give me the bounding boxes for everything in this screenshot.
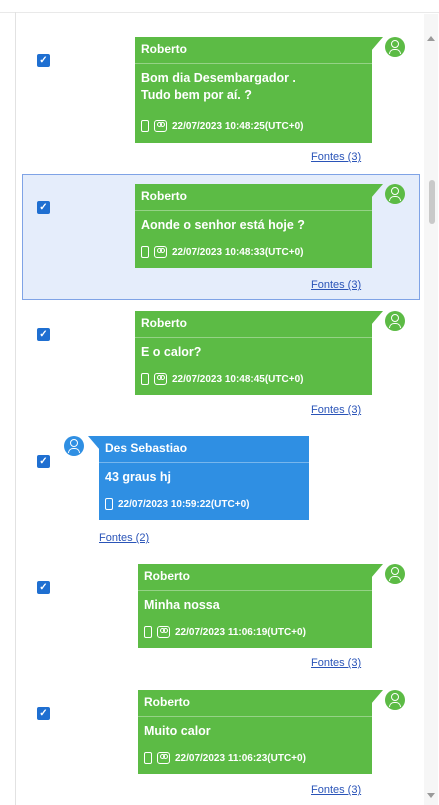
message-meta: 22/07/2023 11:06:23(UTC+0) [144, 752, 306, 764]
phone-icon [141, 246, 149, 258]
message-meta: 22/07/2023 10:59:22(UTC+0) [105, 498, 249, 510]
message-timestamp: 22/07/2023 10:48:45(UTC+0) [172, 373, 304, 385]
bubble-divider [138, 716, 372, 717]
message-meta: 22/07/2023 10:48:33(UTC+0) [141, 246, 303, 258]
contacts-icon [157, 626, 170, 638]
message-2-bubble[interactable]: Roberto Aonde o senhor está hoje ? 22/07… [135, 184, 372, 268]
message-meta: 22/07/2023 10:48:25(UTC+0) [141, 120, 303, 132]
message-text-line: 43 graus hj [105, 470, 171, 484]
contacts-icon [154, 246, 167, 258]
message-1-bubble[interactable]: Roberto Bom dia Desembargador . Tudo bem… [135, 37, 372, 143]
contact-avatar-icon[interactable] [385, 184, 405, 204]
bubble-divider [99, 462, 309, 463]
sources-link[interactable]: Fontes (3) [311, 404, 361, 416]
phone-icon [144, 626, 152, 638]
sources-link[interactable]: Fontes (2) [99, 532, 149, 544]
sources-link[interactable]: Fontes (3) [311, 279, 361, 291]
contacts-icon [154, 120, 167, 132]
message-text-line: Aonde o senhor está hoje ? [141, 218, 305, 232]
message-text-line: Minha nossa [144, 598, 220, 612]
message-5-bubble[interactable]: Roberto Minha nossa 22/07/2023 11:06:19(… [138, 564, 372, 648]
message-sender: Roberto [141, 189, 187, 203]
message-1-checkbox[interactable]: ✓ [37, 54, 50, 67]
message-text-line: Tudo bem por aí. ? [141, 88, 252, 102]
contact-avatar-icon[interactable] [385, 311, 405, 331]
message-6-checkbox[interactable]: ✓ [37, 707, 50, 720]
message-3-checkbox[interactable]: ✓ [37, 328, 50, 341]
bubble-divider [135, 210, 372, 211]
bubble-tail [371, 690, 383, 704]
message-timestamp: 22/07/2023 11:06:23(UTC+0) [175, 752, 306, 764]
panel-left-border [15, 12, 16, 805]
message-sender: Roberto [144, 569, 190, 583]
scroll-down-arrow-icon[interactable] [427, 793, 435, 798]
contact-avatar-icon[interactable] [385, 690, 405, 710]
bubble-tail [371, 564, 383, 578]
message-text-line: E o calor? [141, 345, 202, 359]
message-text-line: Muito calor [144, 724, 211, 738]
sources-link[interactable]: Fontes (3) [311, 151, 361, 163]
top-border [0, 0, 439, 13]
message-timestamp: 22/07/2023 11:06:19(UTC+0) [175, 626, 306, 638]
message-sender: Roberto [141, 316, 187, 330]
phone-icon [141, 120, 149, 132]
message-meta: 22/07/2023 10:48:45(UTC+0) [141, 373, 303, 385]
message-meta: 22/07/2023 11:06:19(UTC+0) [144, 626, 306, 638]
message-sender: Roberto [141, 42, 187, 56]
bubble-divider [135, 337, 372, 338]
contacts-icon [157, 752, 170, 764]
message-sender: Des Sebastiao [105, 441, 188, 455]
message-3-bubble[interactable]: Roberto E o calor? 22/07/2023 10:48:45(U… [135, 311, 372, 395]
message-4-bubble[interactable]: Des Sebastiao 43 graus hj 22/07/2023 10:… [99, 436, 309, 520]
message-6-bubble[interactable]: Roberto Muito calor 22/07/2023 11:06:23(… [138, 690, 372, 774]
contact-avatar-icon[interactable] [385, 37, 405, 57]
contacts-icon [154, 373, 167, 385]
sources-link[interactable]: Fontes (3) [311, 657, 361, 669]
bubble-divider [138, 590, 372, 591]
contact-avatar-icon[interactable] [64, 436, 84, 456]
phone-icon [144, 752, 152, 764]
bubble-tail [371, 37, 383, 51]
sources-link[interactable]: Fontes (3) [311, 784, 361, 796]
phone-icon [105, 498, 113, 510]
message-5-checkbox[interactable]: ✓ [37, 581, 50, 594]
message-4-checkbox[interactable]: ✓ [37, 455, 50, 468]
bubble-divider [135, 63, 372, 64]
scroll-up-arrow-icon[interactable] [427, 36, 435, 41]
bubble-tail [371, 184, 383, 198]
message-2-checkbox[interactable]: ✓ [37, 201, 50, 214]
message-text-line: Bom dia Desembargador . [141, 71, 296, 85]
contact-avatar-icon[interactable] [385, 564, 405, 584]
message-timestamp: 22/07/2023 10:48:33(UTC+0) [172, 246, 304, 258]
bubble-tail [371, 311, 383, 325]
phone-icon [141, 373, 149, 385]
scrollbar-thumb[interactable] [429, 180, 435, 224]
vertical-scrollbar[interactable] [424, 14, 438, 805]
message-timestamp: 22/07/2023 10:59:22(UTC+0) [118, 498, 250, 510]
message-timestamp: 22/07/2023 10:48:25(UTC+0) [172, 120, 304, 132]
message-sender: Roberto [144, 695, 190, 709]
